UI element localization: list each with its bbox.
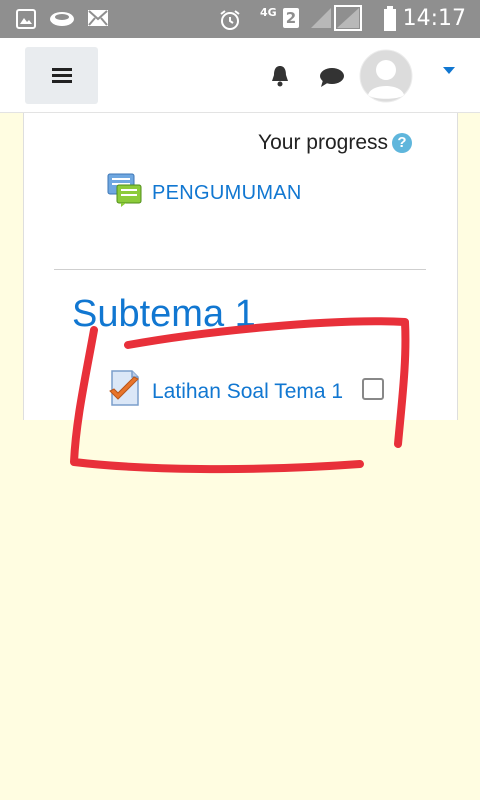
section-title: Subtema 1 (72, 293, 256, 335)
bell-icon[interactable] (268, 64, 292, 88)
hamburger-icon-line (52, 74, 72, 77)
alarm-icon (220, 10, 240, 30)
user-avatar-icon[interactable] (359, 49, 413, 103)
mail-icon (88, 10, 108, 26)
caret-down-icon[interactable] (442, 66, 456, 76)
forum-icon (107, 173, 142, 207)
chat-icon[interactable] (319, 66, 345, 88)
announcement-link[interactable]: PENGUMUMAN (152, 182, 302, 205)
status-bar: 4G 2 14:17 (0, 0, 480, 38)
completion-checkbox[interactable] (362, 378, 384, 400)
quiz-icon (109, 370, 139, 406)
network-type: 4G (260, 6, 277, 19)
help-icon[interactable]: ? (392, 133, 412, 153)
progress-header: Your progress? (258, 131, 412, 155)
battery-icon (384, 6, 396, 31)
signal-2-icon (334, 5, 362, 31)
section-divider (54, 269, 426, 270)
clock: 14:17 (402, 6, 466, 31)
activity-link[interactable]: Latihan Soal Tema 1 (152, 380, 343, 404)
sim-indicator: 2 (283, 8, 299, 28)
hamburger-icon (52, 68, 72, 71)
progress-label: Your progress (258, 131, 388, 154)
signal-icon (311, 8, 331, 28)
menu-button[interactable] (25, 47, 98, 104)
cloud-icon (50, 12, 74, 26)
app-header (0, 38, 480, 113)
course-content: Your progress? PENGUMUMAN Subtema 1 Lati… (23, 113, 458, 420)
hamburger-icon-line (52, 80, 72, 83)
gallery-icon (16, 9, 36, 29)
